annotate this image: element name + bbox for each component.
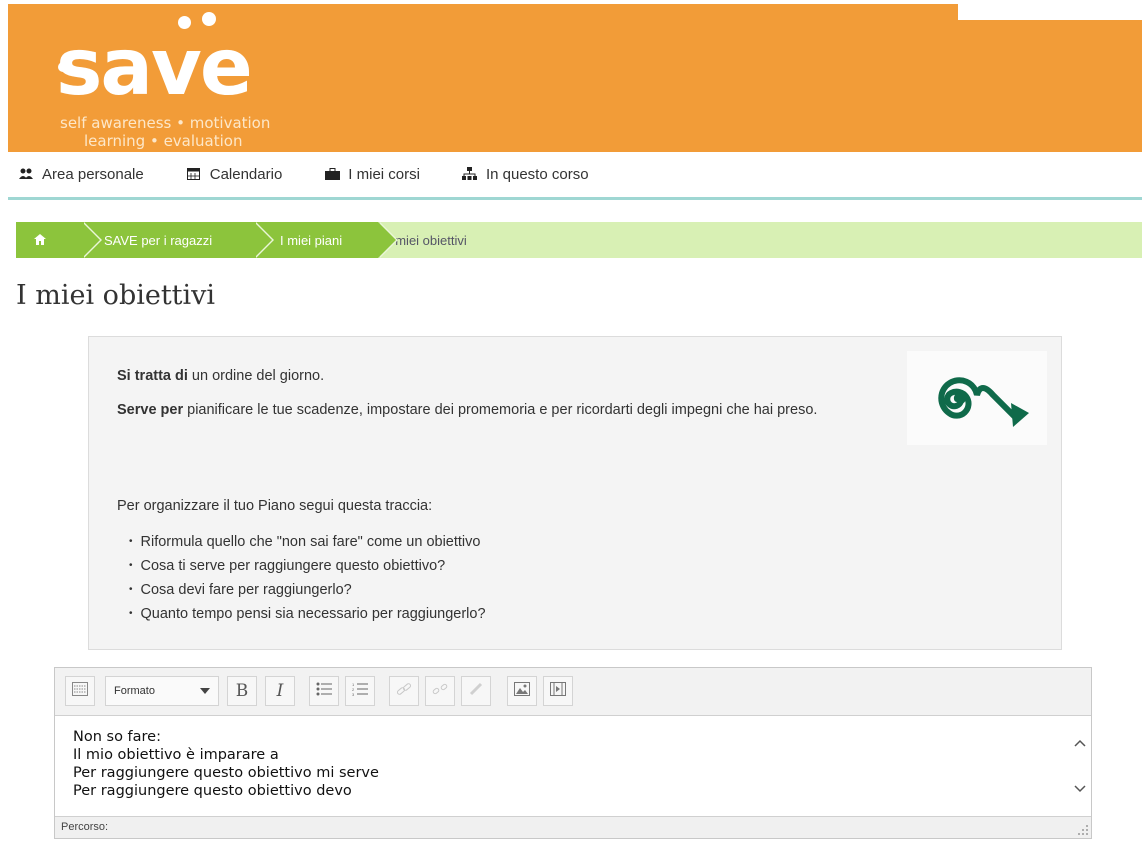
link-button[interactable] — [389, 676, 419, 706]
home-icon — [34, 233, 46, 248]
resize-handle-icon[interactable] — [1075, 822, 1089, 836]
nav-i-miei-corsi[interactable]: I miei corsi — [324, 166, 420, 183]
editor-line: Per raggiungere questo obiettivo devo — [73, 783, 352, 799]
nav-label: Calendario — [209, 166, 283, 183]
editor-line: Il mio obiettivo è imparare a — [73, 747, 279, 763]
top-navigation: Area personale Calendario I miei corsi I… — [8, 152, 1142, 200]
info-line-2-bold: Serve per — [117, 402, 184, 418]
users-icon — [18, 167, 34, 183]
info-panel: Si tratta di un ordine del giorno. Serve… — [88, 336, 1062, 650]
anchor-icon — [468, 682, 484, 700]
editor-toolbar: Formato B I 123 — [55, 668, 1091, 716]
chevron-up-icon[interactable] — [1073, 736, 1087, 750]
list-item: Cosa ti serve per raggiungere questo obi… — [129, 555, 486, 579]
italic-button[interactable]: I — [265, 676, 295, 706]
format-select-value: Formato — [114, 685, 155, 697]
link-icon — [396, 682, 412, 700]
insert-image-button[interactable] — [507, 676, 537, 706]
nav-label: I miei corsi — [348, 166, 420, 183]
nav-in-questo-corso[interactable]: In questo corso — [462, 166, 589, 183]
toolbar-toggle-icon — [72, 682, 88, 700]
unlink-button[interactable] — [425, 676, 455, 706]
site-logo[interactable]: save self awareness • motivation learnin… — [48, 6, 328, 150]
info-intro: Per organizzare il tuo Piano segui quest… — [117, 498, 433, 514]
list-item: Cosa devi fare per raggiungerlo? — [129, 579, 486, 603]
breadcrumb-label: I miei piani — [280, 232, 343, 248]
breadcrumb-label: I miei obiettivi — [388, 232, 467, 248]
editor-statusbar: Percorso: — [55, 816, 1091, 838]
anchor-button[interactable] — [461, 676, 491, 706]
page-title: I miei obiettivi — [16, 280, 216, 311]
info-line-2: Serve per pianificare le tue scadenze, i… — [117, 399, 907, 421]
list-item: Quanto tempo pensi sia necessario per ra… — [129, 603, 486, 627]
nav-label: In questo corso — [485, 166, 589, 183]
editor-content-area[interactable]: Non so fare: Il mio obiettivo è imparare… — [55, 716, 1071, 816]
bullet-list-icon — [316, 682, 332, 700]
spiral-arrow-icon — [907, 351, 1047, 445]
insert-media-button[interactable] — [543, 676, 573, 706]
toggle-toolbar-button[interactable] — [65, 676, 95, 706]
info-line-1-text: un ordine del giorno. — [187, 368, 325, 384]
italic-icon: I — [276, 681, 284, 701]
chevron-down-icon[interactable] — [1073, 782, 1087, 796]
info-line-2-text: pianificare le tue scadenze, impostare d… — [183, 402, 818, 418]
chevron-down-icon — [200, 688, 210, 694]
numbered-list-icon: 123 — [352, 682, 368, 700]
calendar-icon — [186, 167, 202, 183]
media-icon — [550, 682, 566, 700]
nav-label: Area personale — [42, 166, 144, 183]
header-corner-box — [958, 0, 1142, 20]
unlink-icon — [432, 682, 448, 700]
bullet-list-button[interactable] — [309, 676, 339, 706]
breadcrumb-current: I miei obiettivi — [372, 222, 572, 258]
info-line-1: Si tratta di un ordine del giorno. — [117, 365, 907, 387]
logo-tagline-1: self awareness • motivation — [60, 114, 271, 132]
bold-button[interactable]: B — [227, 676, 257, 706]
list-item: Riformula quello che "non sai fare" come… — [129, 531, 486, 555]
nav-calendario[interactable]: Calendario — [186, 166, 283, 183]
format-select[interactable]: Formato — [105, 676, 219, 706]
nav-area-personale[interactable]: Area personale — [18, 166, 144, 183]
numbered-list-button[interactable]: 123 — [345, 676, 375, 706]
briefcase-icon — [324, 167, 340, 183]
breadcrumb-item[interactable]: SAVE per i ragazzi — [82, 222, 274, 258]
info-steps-list: Riformula quello che "non sai fare" come… — [129, 531, 486, 627]
image-icon — [514, 682, 530, 700]
text-editor: Formato B I 123 Non so fare: Il mio obie… — [54, 667, 1092, 839]
breadcrumb-label: SAVE per i ragazzi — [104, 232, 213, 248]
path-label: Percorso: — [61, 821, 109, 833]
logo-tagline-2: learning • evaluation — [84, 132, 243, 150]
breadcrumb: SAVE per i ragazzi I miei piani I miei o… — [16, 222, 1142, 258]
logo-wordmark: save — [56, 23, 253, 113]
breadcrumb-home[interactable] — [16, 222, 102, 258]
editor-scrollbar[interactable] — [1069, 716, 1091, 816]
editor-line: Non so fare: — [73, 729, 161, 745]
info-line-1-bold: Si tratta di — [117, 368, 188, 384]
bold-icon: B — [235, 681, 249, 701]
editor-line: Per raggiungere questo obiettivo mi serv… — [73, 765, 379, 781]
svg-text:3: 3 — [352, 692, 355, 696]
sitemap-icon — [462, 166, 478, 183]
